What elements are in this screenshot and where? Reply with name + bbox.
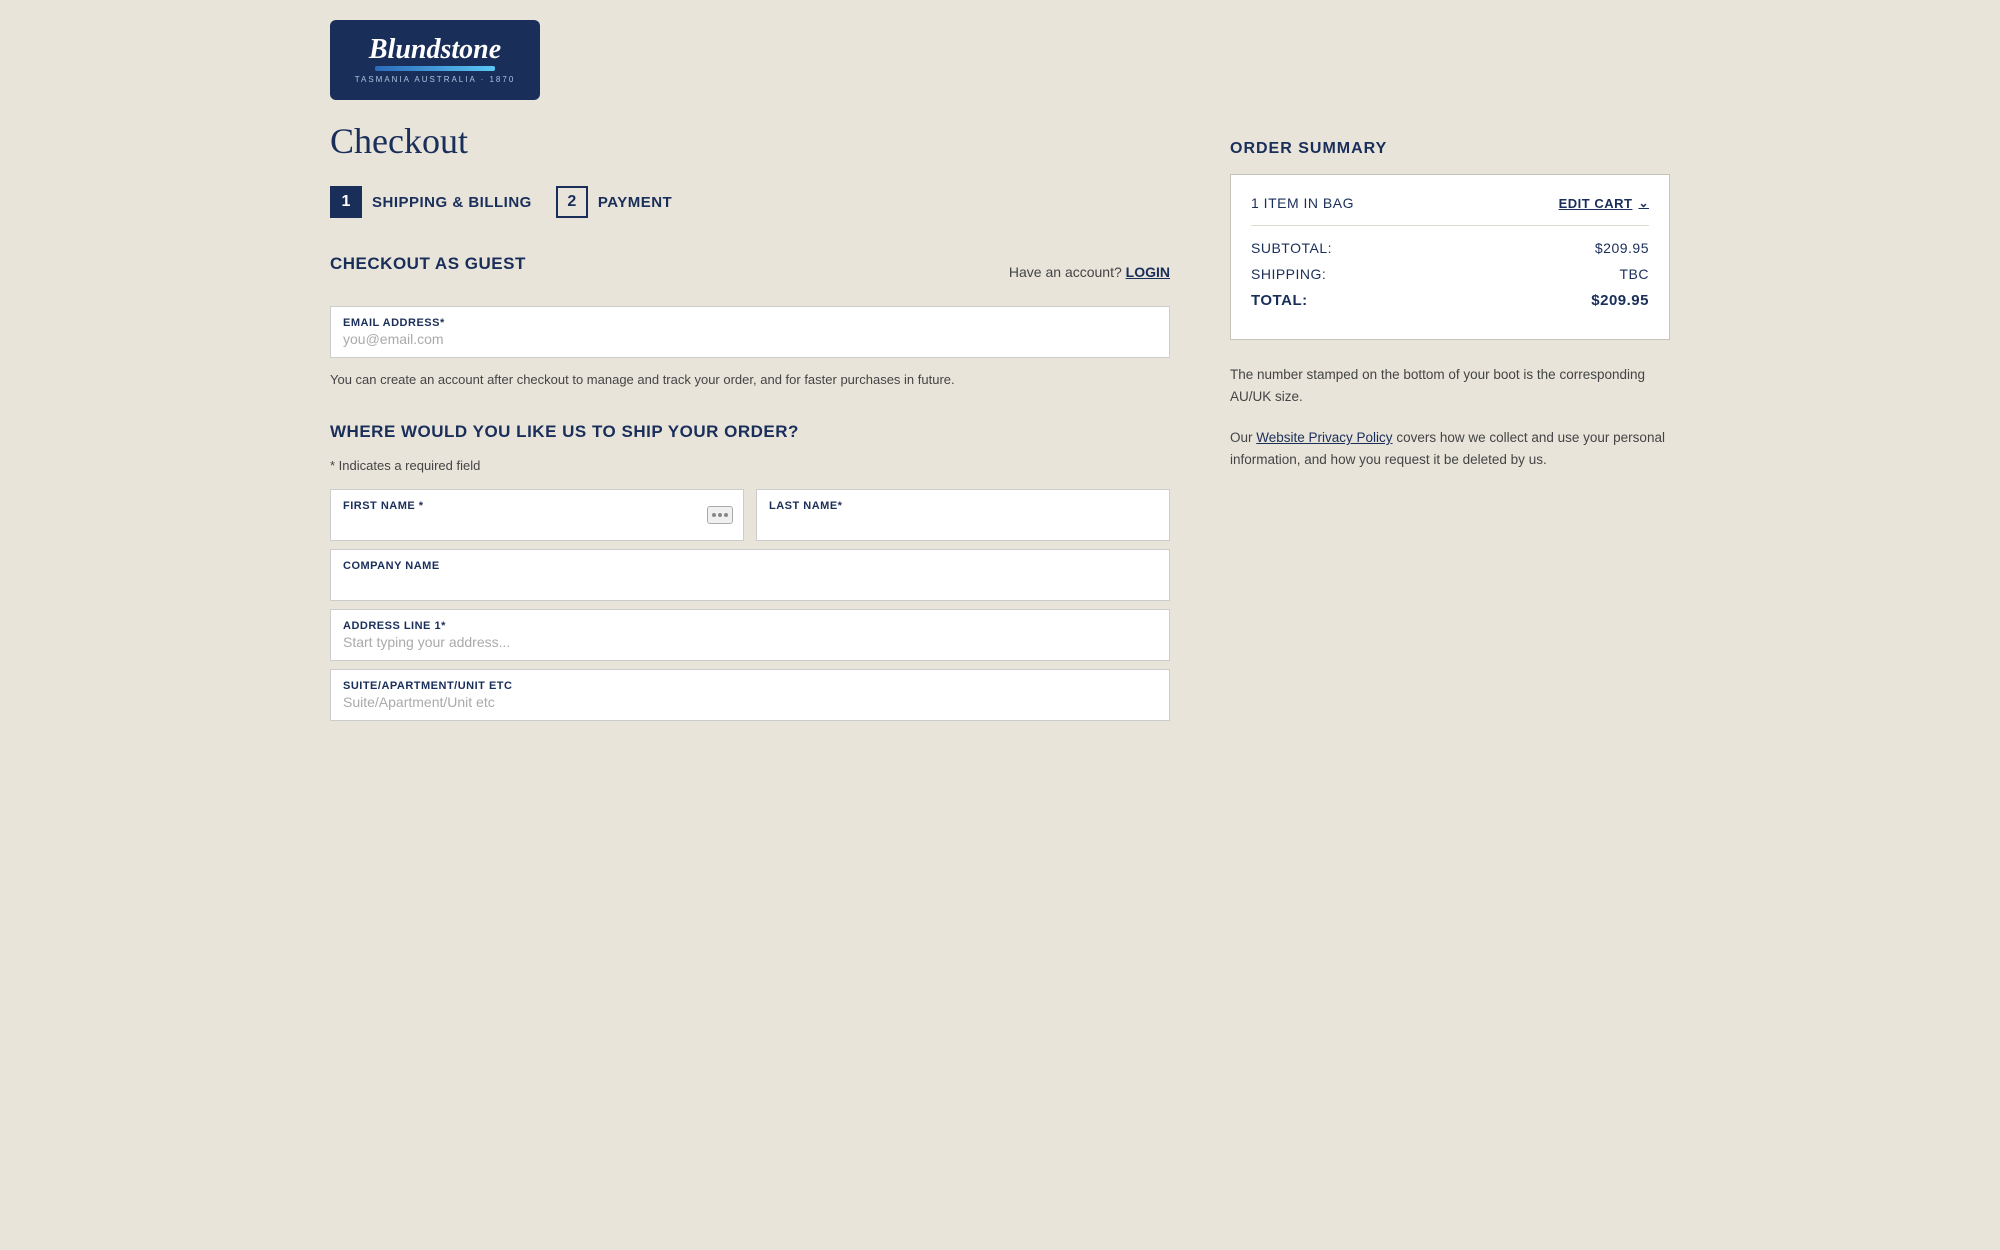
first-name-input[interactable] xyxy=(343,514,731,530)
step-1-number: 1 xyxy=(330,186,362,218)
last-name-label: LAST NAME* xyxy=(769,500,1157,512)
items-count: 1 ITEM IN BAG xyxy=(1251,195,1354,211)
boot-size-note: The number stamped on the bottom of your… xyxy=(1230,364,1670,407)
login-prompt: Have an account? LOGIN xyxy=(1009,264,1170,280)
step-1-label: SHIPPING & BILLING xyxy=(372,194,532,211)
login-link[interactable]: LOGIN xyxy=(1126,264,1170,280)
suite-field: SUITE/APARTMENT/UNIT ETC xyxy=(330,669,1170,721)
autofill-dot-2 xyxy=(718,513,722,517)
company-name-field: COMPANY NAME xyxy=(330,549,1170,601)
autofill-dot-1 xyxy=(712,513,716,517)
summary-box: 1 ITEM IN BAG EDIT CART ⌄ SUBTOTAL: $209… xyxy=(1230,174,1670,340)
edit-cart-link[interactable]: EDIT CART ⌄ xyxy=(1559,196,1649,211)
order-summary-title: ORDER SUMMARY xyxy=(1230,140,1670,158)
company-name-input[interactable] xyxy=(343,574,1157,590)
suite-input[interactable] xyxy=(343,694,1157,710)
guest-checkout-header: CHECKOUT AS GUEST Have an account? LOGIN xyxy=(330,254,1170,290)
guest-checkout-heading: CHECKOUT AS GUEST xyxy=(330,254,526,274)
address-line1-label: ADDRESS LINE 1* xyxy=(343,620,1157,632)
shipping-label: SHIPPING: xyxy=(1251,266,1326,282)
brand-name: Blundstone xyxy=(369,36,501,64)
address-line1-input[interactable] xyxy=(343,634,1157,650)
steps-bar: 1 SHIPPING & BILLING 2 PAYMENT xyxy=(330,186,1170,218)
step-2[interactable]: 2 PAYMENT xyxy=(556,186,672,218)
first-name-field: FIRST NAME * xyxy=(330,489,744,541)
logo-tagline: Tasmania Australia · 1870 xyxy=(355,75,516,84)
email-label: EMAIL ADDRESS* xyxy=(343,317,1157,329)
first-name-label: FIRST NAME * xyxy=(343,500,731,512)
subtotal-value: $209.95 xyxy=(1595,240,1649,256)
helper-text: You can create an account after checkout… xyxy=(330,370,1170,390)
email-field-wrapper: EMAIL ADDRESS* xyxy=(330,306,1170,358)
privacy-text: Our Website Privacy Policy covers how we… xyxy=(1230,427,1670,470)
required-note: * Indicates a required field xyxy=(330,458,1170,473)
page-title: Checkout xyxy=(330,120,1170,162)
logo: Blundstone Tasmania Australia · 1870 xyxy=(330,20,540,100)
summary-items-row: 1 ITEM IN BAG EDIT CART ⌄ xyxy=(1251,195,1649,226)
email-input[interactable] xyxy=(343,331,1157,347)
name-row: FIRST NAME * LAST NAME* xyxy=(330,489,1170,549)
total-line: TOTAL: $209.95 xyxy=(1251,292,1649,309)
logo-underline xyxy=(375,66,495,71)
step-1[interactable]: 1 SHIPPING & BILLING xyxy=(330,186,532,218)
privacy-policy-link[interactable]: Website Privacy Policy xyxy=(1256,430,1392,445)
company-name-label: COMPANY NAME xyxy=(343,560,1157,572)
last-name-field: LAST NAME* xyxy=(756,489,1170,541)
right-column: ORDER SUMMARY 1 ITEM IN BAG EDIT CART ⌄ … xyxy=(1230,20,1670,729)
step-2-number: 2 xyxy=(556,186,588,218)
last-name-input[interactable] xyxy=(769,514,1157,530)
shipping-heading: WHERE WOULD YOU LIKE US TO SHIP YOUR ORD… xyxy=(330,422,1170,442)
address-line1-field: ADDRESS LINE 1* xyxy=(330,609,1170,661)
email-field-container: EMAIL ADDRESS* xyxy=(330,306,1170,358)
autofill-icon xyxy=(707,506,733,524)
chevron-down-icon: ⌄ xyxy=(1638,196,1649,210)
subtotal-label: SUBTOTAL: xyxy=(1251,240,1332,256)
shipping-section: WHERE WOULD YOU LIKE US TO SHIP YOUR ORD… xyxy=(330,422,1170,721)
autofill-dot-3 xyxy=(724,513,728,517)
shipping-line: SHIPPING: TBC xyxy=(1251,266,1649,282)
total-value: $209.95 xyxy=(1591,292,1649,309)
subtotal-line: SUBTOTAL: $209.95 xyxy=(1251,240,1649,256)
step-2-label: PAYMENT xyxy=(598,194,672,211)
suite-label: SUITE/APARTMENT/UNIT ETC xyxy=(343,680,1157,692)
edit-cart-label: EDIT CART xyxy=(1559,196,1633,211)
total-label: TOTAL: xyxy=(1251,292,1308,309)
shipping-value: TBC xyxy=(1620,266,1650,282)
